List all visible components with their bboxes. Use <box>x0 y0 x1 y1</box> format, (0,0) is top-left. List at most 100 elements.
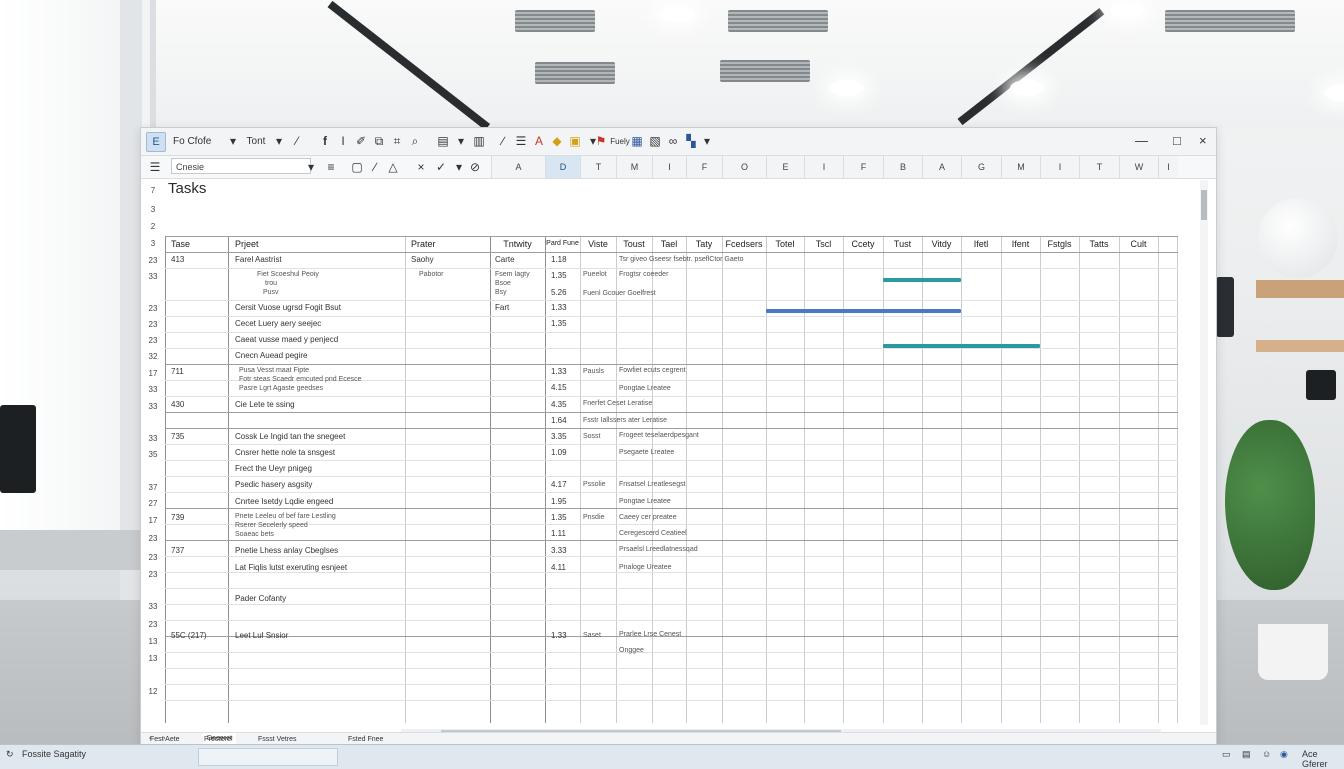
detail-cell[interactable]: Psegaete Lreatee <box>619 448 674 457</box>
row-number[interactable]: 33 <box>141 272 165 281</box>
row-number[interactable]: 23 <box>141 304 165 313</box>
start-icon[interactable]: ↻ <box>6 749 14 760</box>
row-number[interactable]: 23 <box>141 336 165 345</box>
name-box[interactable]: Cnesie <box>171 158 311 174</box>
row-number[interactable]: 12 <box>141 687 165 696</box>
task-name[interactable]: Lat Fiqlis lutst exeruting esnjeet <box>235 563 347 572</box>
crop-icon[interactable]: ⌗ <box>389 132 405 150</box>
column-header[interactable]: A <box>922 156 961 178</box>
task-name[interactable]: Rserer Secelerly speed <box>235 521 308 530</box>
row-number[interactable]: 27 <box>141 499 165 508</box>
detail-cell[interactable]: Pongtae Lreatee <box>619 497 671 506</box>
insert-button[interactable]: Fuely <box>609 132 631 150</box>
task-name[interactable]: Cnecn Auead pegire <box>235 351 308 360</box>
duration-cell[interactable]: 5.26 <box>551 288 567 297</box>
visit-cell[interactable]: Pueelot <box>583 270 607 279</box>
minimize-button[interactable]: — <box>1135 133 1148 148</box>
duration-cell[interactable]: 1.18 <box>551 255 567 264</box>
apps-icon[interactable]: ▚ <box>683 132 699 150</box>
row-number[interactable]: 23 <box>141 570 165 579</box>
duration-cell[interactable]: 1.11 <box>551 529 566 538</box>
cancel-icon[interactable]: × <box>413 158 429 176</box>
tray-icon[interactable]: ▭ <box>1222 749 1231 760</box>
column-header[interactable]: F <box>686 156 722 178</box>
taskbar-search[interactable] <box>198 748 338 766</box>
row-number[interactable]: 23 <box>141 320 165 329</box>
pen-icon[interactable]: ✐ <box>353 132 369 150</box>
row-number[interactable]: 3 <box>141 205 165 214</box>
task-name[interactable]: Pusa Vesst maat Fipte <box>239 366 309 375</box>
column-header[interactable]: I <box>1158 156 1178 178</box>
copy-icon[interactable]: ⧉ <box>371 132 387 150</box>
column-header[interactable]: D <box>545 156 580 178</box>
duration-cell[interactable]: 1.33 <box>551 367 567 376</box>
detail-cell[interactable]: Prsaelsl Lreedlatnessqad <box>619 545 698 554</box>
duration-cell[interactable]: 3.33 <box>551 546 567 555</box>
row-number[interactable]: 13 <box>141 637 165 646</box>
fill-color-icon[interactable]: ◆ <box>549 132 565 150</box>
detail-cell[interactable]: Fuenl Gcouer Goelfrest <box>583 289 656 298</box>
task-name[interactable]: Cnrtee Isetdy Lqdie engeed <box>235 497 333 506</box>
activity-cell[interactable]: Bsy <box>495 288 507 297</box>
image-icon[interactable]: ▥ <box>471 132 487 150</box>
row-number[interactable]: 23 <box>141 256 165 265</box>
task-name[interactable]: Fiet Scoeshul Peoiy <box>257 270 319 279</box>
duration-cell[interactable]: 4.35 <box>551 400 567 409</box>
task-id[interactable]: 413 <box>171 255 184 264</box>
save-icon[interactable]: ▢ <box>349 158 365 176</box>
prater-cell[interactable]: Pabotor <box>419 270 444 279</box>
chevron-down-icon[interactable]: ▾ <box>271 132 287 150</box>
task-name[interactable]: Soaeac bets <box>235 530 274 539</box>
task-name[interactable]: Cie Lete te ssing <box>235 400 295 409</box>
task-name[interactable]: Pader Cofanty <box>235 594 286 603</box>
detail-cell[interactable]: Pongtae Lreatee <box>619 384 671 393</box>
row-number[interactable]: 33 <box>141 385 165 394</box>
bold-button[interactable]: f <box>317 132 333 150</box>
gantt-bar[interactable] <box>883 344 1040 348</box>
row-number[interactable]: 17 <box>141 369 165 378</box>
row-number[interactable]: 3 <box>141 239 165 248</box>
task-id[interactable]: 711 <box>171 367 184 376</box>
task-name[interactable]: Pusv <box>263 288 279 297</box>
detail-cell[interactable]: Onggee <box>619 646 644 655</box>
task-id[interactable]: 737 <box>171 546 184 555</box>
clock-icon[interactable]: ◉ <box>1280 749 1288 760</box>
table-icon[interactable]: ▧ <box>647 132 663 150</box>
edit-icon[interactable]: ∕ <box>367 158 383 176</box>
column-header[interactable]: E <box>766 156 804 178</box>
column-header[interactable]: B <box>883 156 922 178</box>
column-header[interactable]: T <box>1079 156 1119 178</box>
activity-cell[interactable]: Fart <box>495 303 509 312</box>
tray-icon[interactable]: ☺ <box>1262 749 1271 759</box>
detail-cell[interactable]: Caeey cer preatee <box>619 513 677 522</box>
task-name[interactable]: Pasre Lgrt Agaste geedses <box>239 384 323 393</box>
menu-icon[interactable]: ☰ <box>147 158 163 176</box>
chevron-down-icon[interactable]: ▾ <box>453 132 469 150</box>
column-header[interactable]: I <box>652 156 686 178</box>
link-icon[interactable]: ∞ <box>665 132 681 150</box>
activity-cell[interactable]: Fsem Iagty <box>495 270 530 279</box>
task-id[interactable]: 430 <box>171 400 184 409</box>
task-name[interactable]: Pnete Leeleu of bef fare Lestling <box>235 512 336 521</box>
tray-icon[interactable]: ▤ <box>1242 749 1251 760</box>
taskbar-label[interactable]: Fossite Sagatity <box>22 749 86 759</box>
font-size-select[interactable]: Tont <box>241 132 271 150</box>
chevron-down-icon[interactable]: ▾ <box>699 132 715 150</box>
gantt-bar[interactable] <box>883 278 961 282</box>
task-name[interactable]: Farel Aastrist <box>235 255 282 264</box>
task-name[interactable]: Frect the Ueyr pnigeg <box>235 464 312 473</box>
activity-cell[interactable]: Carte <box>495 255 515 264</box>
row-number[interactable]: 23 <box>141 620 165 629</box>
row-number[interactable]: 33 <box>141 602 165 611</box>
prater-cell[interactable]: Saohy <box>411 255 434 264</box>
task-id[interactable]: 735 <box>171 432 184 441</box>
visit-cell[interactable]: Pausls <box>583 367 604 376</box>
vertical-scrollbar[interactable] <box>1200 180 1208 725</box>
detail-cell[interactable]: Frogtsr coeeder <box>619 270 668 279</box>
row-number[interactable]: 7 <box>141 186 165 195</box>
duration-cell[interactable]: 3.35 <box>551 432 567 441</box>
row-number[interactable]: 37 <box>141 483 165 492</box>
row-number[interactable]: 33 <box>141 402 165 411</box>
row-number[interactable]: 17 <box>141 516 165 525</box>
italic-button[interactable]: I <box>335 132 351 150</box>
